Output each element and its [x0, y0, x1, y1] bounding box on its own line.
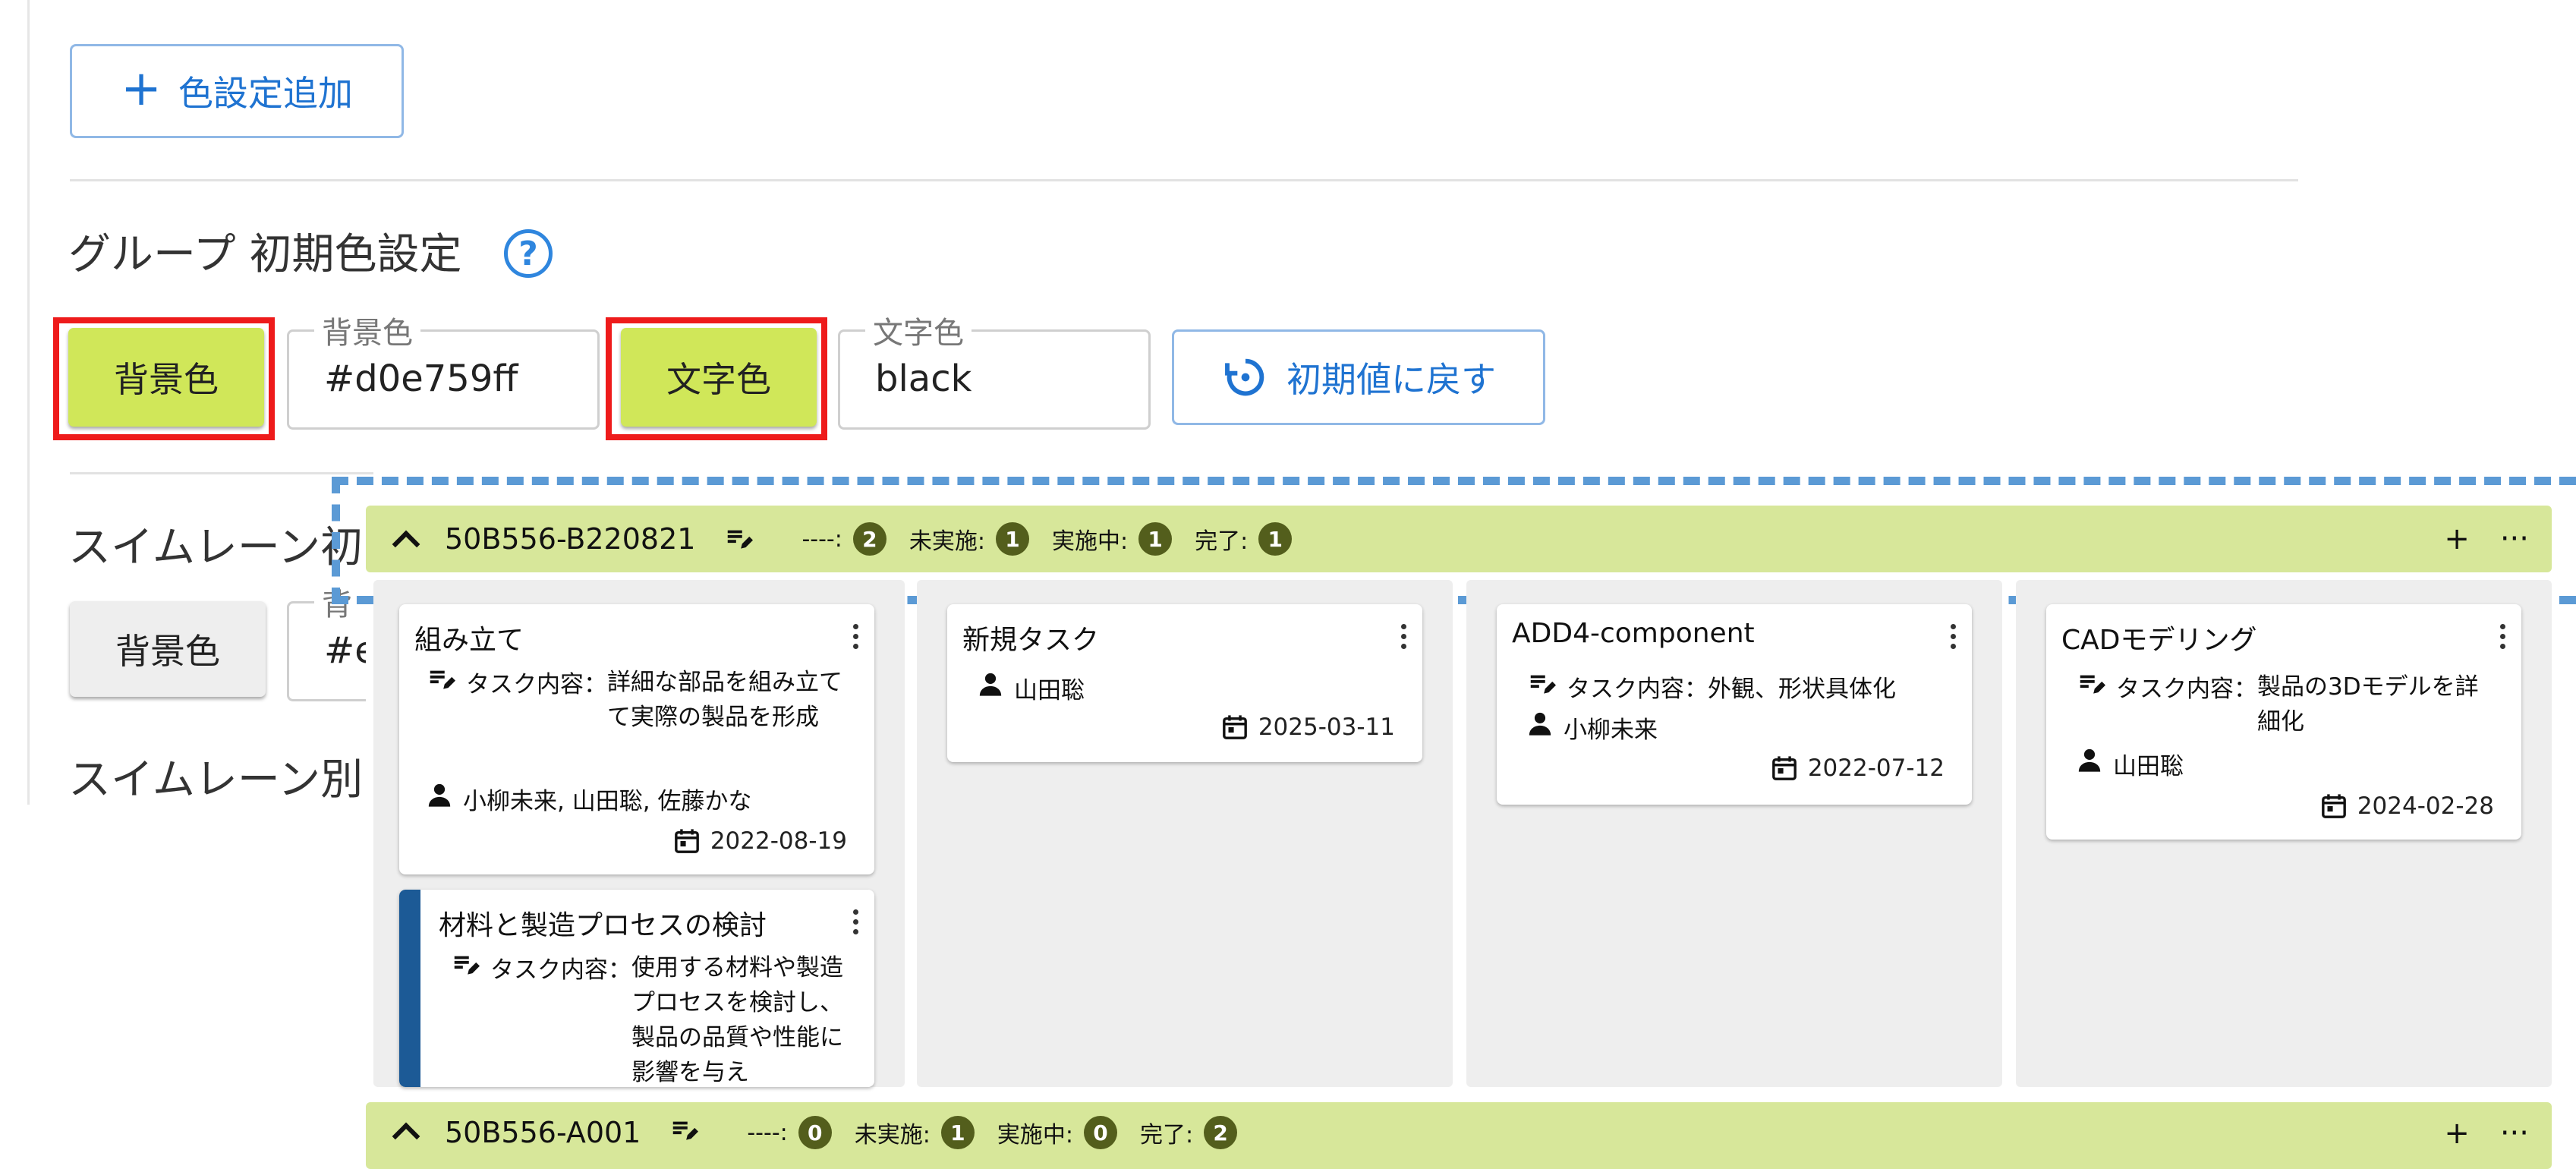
task-description: タスク内容： 詳細な部品を組み立てて実際の製品を形成 [427, 665, 852, 735]
person-icon [979, 673, 1002, 696]
group-color-heading: グループ 初期色設定 [68, 230, 462, 279]
text-color-field-label: 文字色 [865, 308, 972, 352]
stat-not-started: 未実施: 1 [855, 1116, 975, 1149]
divider [70, 179, 2298, 181]
task-card-selected[interactable]: 材料と製造プロセスの検討 タスク内容： 使用する材料や製造プロセスを検討し、製品… [399, 890, 874, 1087]
kebab-menu-icon[interactable] [853, 624, 859, 654]
kebab-menu-icon[interactable] [853, 909, 859, 939]
plus-icon: + [121, 61, 162, 117]
task-due-date: 2025-03-11 [1222, 714, 1395, 741]
selection-bar [399, 890, 420, 1087]
stat-done: 完了: 2 [1140, 1116, 1238, 1149]
task-card[interactable]: 組み立て タスク内容： 詳細な部品を組み立てて実際の製品を形成 小柳未来, 山田… [399, 604, 874, 874]
task-description: タスク内容： 外観、形状具体化 [1527, 670, 1896, 704]
calendar-icon [674, 829, 699, 853]
add-color-setting-label: 色設定追加 [178, 73, 353, 114]
kebab-menu-icon[interactable] [1401, 624, 1407, 654]
stat-in-progress: 実施中: 0 [997, 1116, 1117, 1149]
swimlane-color-heading: スイムレーン初 [68, 523, 364, 572]
task-assignees: 小柳未来, 山田聡, 佐藤かな [427, 782, 751, 816]
task-assignees: 小柳未来 [1527, 711, 1658, 745]
divider-2 [70, 472, 373, 474]
kebab-menu-icon[interactable] [1951, 624, 1957, 654]
task-title: 組み立て [414, 625, 524, 656]
restore-icon [1225, 358, 1264, 396]
more-menu-button[interactable]: ··· [2500, 1116, 2529, 1151]
task-card[interactable]: ADD4-component タスク内容： 外観、形状具体化 小柳未来 2022… [1497, 604, 1972, 805]
person-icon [1529, 712, 1551, 736]
task-title: CADモデリング [2061, 625, 2257, 656]
notes-icon [454, 956, 480, 975]
notes-icon [2080, 675, 2105, 694]
task-card[interactable]: CADモデリング タスク内容： 製品の3Dモデルを詳細化 山田聡 2024-02… [2046, 604, 2521, 840]
task-assignees: 山田聡 [2077, 747, 2184, 781]
swimlane-bg-color-button[interactable]: 背景色 [70, 601, 266, 697]
reset-default-button[interactable]: 初期値に戻す [1172, 329, 1545, 425]
notes-icon [1530, 675, 1556, 694]
task-description: タスク内容： 使用する材料や製造プロセスを検討し、製品の品質や性能に影響を与え [451, 950, 853, 1087]
reset-default-label: 初期値に戻す [1286, 359, 1496, 400]
add-task-button[interactable]: + [2444, 1116, 2470, 1151]
task-due-date: 2022-07-12 [1771, 755, 1945, 782]
task-description: タスク内容： 製品の3Dモデルを詳細化 [2077, 670, 2502, 739]
panel-left-border [27, 0, 30, 805]
task-due-date: 2022-08-19 [674, 827, 847, 855]
task-card[interactable]: 新規タスク 山田聡 2025-03-11 [947, 604, 1422, 762]
person-icon [428, 783, 451, 807]
person-icon [2078, 748, 2101, 772]
task-assignees: 山田聡 [978, 671, 1085, 705]
kebab-menu-icon[interactable] [2500, 624, 2506, 654]
task-title: 材料と製造プロセスの検討 [439, 910, 767, 941]
text-color-button[interactable]: 文字色 [621, 328, 817, 427]
notes-icon [673, 1121, 699, 1140]
bg-color-button[interactable]: 背景色 [68, 328, 264, 427]
bg-color-field-label: 背景色 [314, 308, 420, 352]
calendar-icon [2321, 794, 2346, 818]
notes-icon [430, 670, 455, 689]
stat-none: ----: 0 [747, 1116, 832, 1149]
calendar-icon [1222, 715, 1247, 739]
swimlane-header[interactable]: 50B556-A001 ----: 0 未実施: 1 実施中: 0 完了: 2 + ··… [366, 1102, 2552, 1169]
help-icon[interactable]: ? [504, 229, 553, 278]
task-title: 新規タスク [962, 625, 1100, 656]
chevron-up-icon[interactable] [392, 1122, 420, 1151]
add-color-setting-button[interactable]: + 色設定追加 [70, 44, 404, 138]
swimlane-title: 50B556-A001 [445, 1116, 641, 1149]
calendar-icon [1771, 756, 1797, 780]
task-due-date: 2024-02-28 [2321, 792, 2494, 820]
task-title: ADD4-component [1512, 618, 1755, 649]
swimlane-individual-heading: スイムレーン別 [68, 755, 364, 805]
